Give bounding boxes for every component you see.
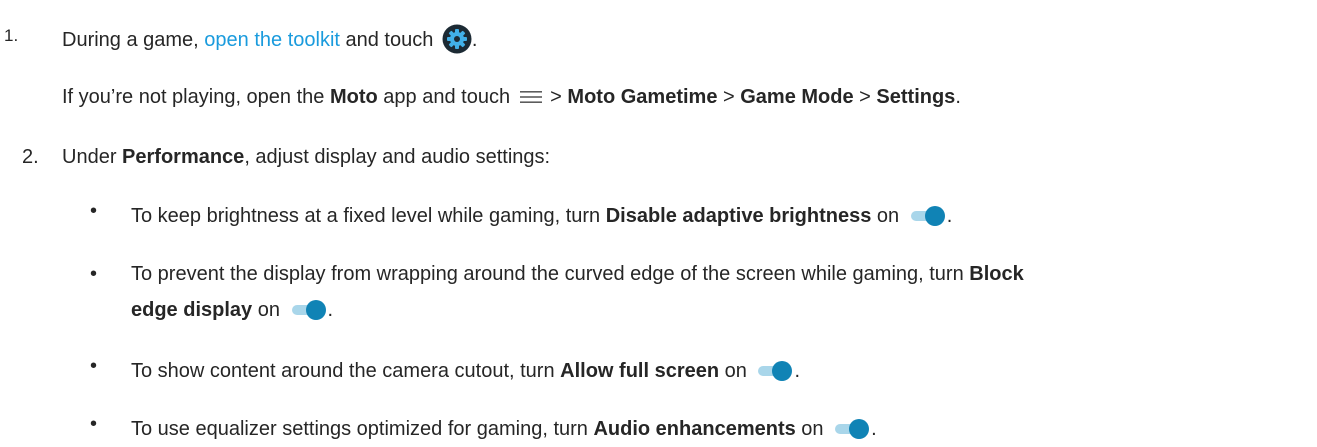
step-1-alternative-text: If you’re not playing, open the Moto app… <box>62 86 961 108</box>
hamburger-menu-icon <box>519 91 542 103</box>
instructions-page: 1. During a game, open the toolkit and t… <box>0 0 1317 447</box>
bullet-block-edge-display-line-2: edge display on . <box>131 299 334 321</box>
bullet-disable-adaptive-brightness: To keep brightness at a fixed level whil… <box>131 205 953 227</box>
settings-gear-icon <box>442 24 472 54</box>
toggle-on-icon <box>910 206 945 226</box>
step-1-number: 1. <box>4 26 19 45</box>
step-2-number: 2. <box>22 146 39 168</box>
bullet-marker: • <box>90 263 98 285</box>
open-toolkit-link[interactable]: open the toolkit <box>204 29 340 51</box>
toggle-on-icon <box>291 300 326 320</box>
bullet-marker: • <box>90 413 98 435</box>
bullet-marker: • <box>90 355 98 377</box>
bullet-allow-full-screen: To show content around the camera cutout… <box>131 360 800 382</box>
step-1-text: During a game, open the toolkit and touc… <box>62 24 477 54</box>
bullet-block-edge-display-line-1: To prevent the display from wrapping aro… <box>131 263 1024 285</box>
toggle-on-icon <box>758 361 793 381</box>
step-2-text: Under Performance, adjust display and au… <box>62 146 551 168</box>
toggle-on-icon <box>835 419 870 439</box>
bullet-marker: • <box>90 200 98 222</box>
bullet-audio-enhancements: To use equalizer settings optimized for … <box>131 418 877 440</box>
